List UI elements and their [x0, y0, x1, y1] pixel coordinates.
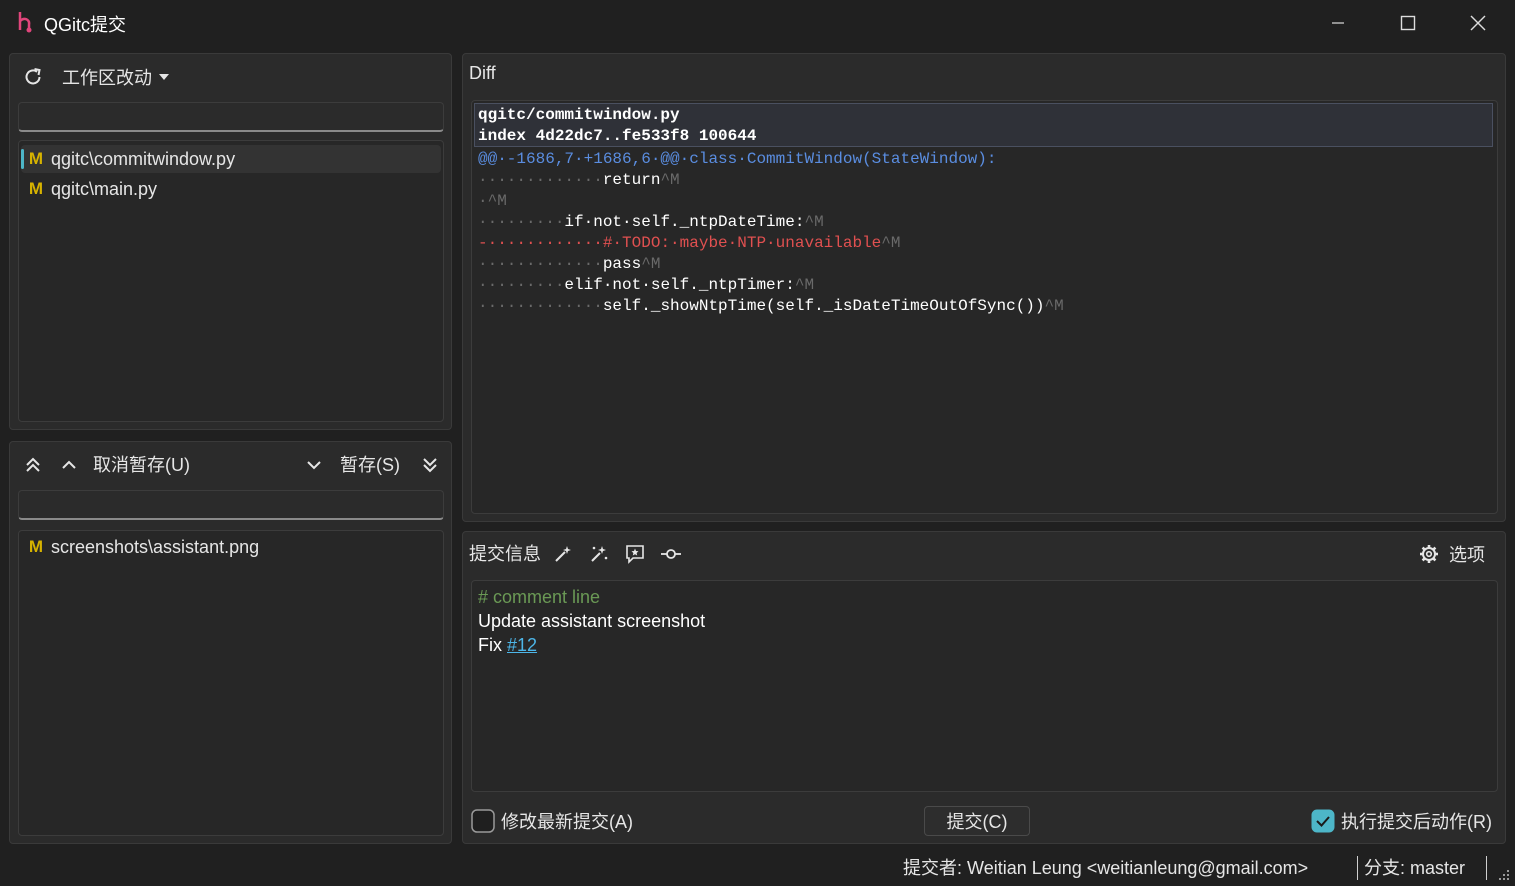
- checkbox-checked-icon: [1311, 809, 1335, 833]
- status-bar: 提交者: Weitian Leung <weitianleung@gmail.c…: [0, 850, 1515, 886]
- options-button[interactable]: 选项: [1419, 542, 1485, 566]
- carriage-return-marker: ^M: [804, 213, 824, 231]
- commit-button[interactable]: 提交(C): [924, 806, 1030, 836]
- staged-panel: 取消暂存(U) 暂存(S) M screenshots\assistant.pn…: [9, 441, 452, 844]
- options-label: 选项: [1449, 545, 1485, 565]
- chevron-up-icon[interactable]: [56, 452, 82, 478]
- message-line: Update assistant screenshot: [478, 611, 706, 631]
- commit-panel: 提交信息 选项 # comment line Update assistant …: [462, 531, 1506, 844]
- diff-context-line: ·············return^M: [478, 170, 680, 191]
- branch-value: master: [1410, 858, 1466, 878]
- whitespace-marker: ·········: [478, 213, 565, 231]
- selection-indicator: [21, 149, 24, 169]
- message-text: Fix: [478, 635, 507, 655]
- carriage-return-marker: ^M: [660, 171, 680, 189]
- commit-message-title: 提交信息: [469, 544, 541, 564]
- hunk-text: @@·-1686,7·+1686,6·@@·class·CommitWindow…: [478, 150, 997, 168]
- checkbox-unchecked-icon: [471, 809, 495, 833]
- workspace-panel: 工作区改动 M qgitc\commitwindow.py M qgitc\ma…: [9, 53, 452, 430]
- title-bar: QGitc提交: [0, 0, 1515, 46]
- whitespace-marker: ·: [478, 192, 488, 210]
- comment-line: # comment line: [478, 587, 601, 607]
- diff-context-line: ·········elif·not·self._ntpTimer:^M: [478, 275, 814, 296]
- whitespace-marker: ·············: [478, 171, 603, 189]
- caret-down-icon: [158, 73, 170, 81]
- modified-badge: M: [28, 537, 44, 556]
- whitespace-marker: -············: [478, 234, 603, 252]
- staged-filter-input[interactable]: [18, 490, 444, 520]
- diff-file-path: qgitc/commitwindow.py: [478, 106, 680, 124]
- diff-title: Diff: [469, 63, 496, 83]
- carriage-return-marker: ^M: [794, 276, 815, 294]
- window-title: QGitc提交: [44, 15, 127, 35]
- code-text: self._showNtpTime(self._isDateTimeOutOfS…: [602, 297, 1045, 315]
- workspace-dropdown[interactable]: 工作区改动: [62, 63, 170, 91]
- sparkle-wand-icon[interactable]: [587, 542, 611, 566]
- commit-message-editor[interactable]: # comment line Update assistant screensh…: [471, 580, 1498, 792]
- branch-info: 分支: master: [1364, 857, 1465, 879]
- issue-link[interactable]: #12: [507, 635, 537, 655]
- double-chevron-down-icon[interactable]: [417, 452, 443, 478]
- gear-icon: [1419, 544, 1439, 564]
- review-comment-icon[interactable]: [623, 542, 647, 566]
- code-text: elif·not·self._ntpTimer:: [564, 276, 795, 294]
- diff-viewer[interactable]: qgitc/commitwindow.py index 4d22dc7..fe5…: [471, 100, 1498, 514]
- diff-panel: Diff qgitc/commitwindow.py index 4d22dc7…: [462, 53, 1506, 522]
- unstaged-file-list: M qgitc\commitwindow.py M qgitc\main.py: [18, 140, 444, 422]
- modified-badge: M: [28, 179, 44, 198]
- amend-checkbox[interactable]: 修改最新提交(A): [471, 808, 633, 834]
- list-item[interactable]: M screenshots\assistant.png: [21, 533, 437, 561]
- committer-info: 提交者: Weitian Leung <weitianleung@gmail.c…: [903, 857, 1308, 879]
- diff-file-header: qgitc/commitwindow.py index 4d22dc7..fe5…: [474, 103, 1493, 147]
- double-chevron-up-icon[interactable]: [20, 452, 46, 478]
- minimize-button[interactable]: [1303, 0, 1373, 46]
- commit-node-icon[interactable]: [659, 542, 683, 566]
- diff-context-line: ·············pass^M: [478, 254, 660, 275]
- code-text: return: [602, 171, 661, 189]
- list-item[interactable]: M qgitc\main.py: [21, 175, 437, 203]
- magic-wand-icon[interactable]: [551, 542, 575, 566]
- stage-button[interactable]: 暂存(S): [340, 452, 400, 478]
- maximize-button[interactable]: [1373, 0, 1443, 46]
- unstaged-filter-input[interactable]: [18, 102, 444, 132]
- diff-context-line: ·········if·not·self._ntpDateTime:^M: [478, 212, 824, 233]
- committer-label: 提交者:: [903, 858, 963, 878]
- status-separator: [1486, 856, 1487, 880]
- diff-index-line: index 4d22dc7..fe533f8 100644: [478, 127, 757, 145]
- committer-value: Weitian Leung <weitianleung@gmail.com>: [967, 858, 1309, 878]
- diff-context-line: ·^M: [478, 191, 507, 212]
- diff-context-line: ·············self._showNtpTime(self._isD…: [478, 296, 1064, 317]
- carriage-return-marker: ^M: [487, 192, 507, 210]
- code-text: #·TODO:·maybe·NTP·unavailable: [602, 234, 882, 252]
- resize-grip-icon[interactable]: [1497, 868, 1511, 882]
- refresh-icon[interactable]: [20, 64, 46, 90]
- carriage-return-marker: ^M: [881, 234, 901, 252]
- whitespace-marker: ·············: [478, 255, 603, 273]
- close-button[interactable]: [1443, 0, 1513, 46]
- carriage-return-marker: ^M: [1044, 297, 1064, 315]
- list-item[interactable]: M qgitc\commitwindow.py: [21, 145, 441, 173]
- amend-label: 修改最新提交(A): [501, 812, 633, 832]
- post-commit-action-label: 执行提交后动作(R): [1341, 812, 1492, 832]
- file-name: screenshots\assistant.png: [51, 536, 260, 557]
- file-name: qgitc\commitwindow.py: [51, 148, 236, 169]
- qgitc-logo-icon: [14, 10, 36, 34]
- whitespace-marker: ·············: [478, 297, 603, 315]
- message-line: Fix #12: [478, 635, 537, 656]
- carriage-return-marker: ^M: [641, 255, 661, 273]
- post-commit-action-checkbox[interactable]: 执行提交后动作(R): [1311, 808, 1492, 834]
- branch-label: 分支:: [1364, 858, 1406, 878]
- diff-hunk-header: @@·-1686,7·+1686,6·@@·class·CommitWindow…: [478, 149, 996, 170]
- code-text: pass: [602, 255, 642, 273]
- workspace-dropdown-label: 工作区改动: [62, 68, 152, 88]
- code-text: if·not·self._ntpDateTime:: [564, 213, 805, 231]
- status-separator: [1357, 856, 1358, 880]
- whitespace-marker: ·········: [478, 276, 565, 294]
- modified-badge: M: [28, 149, 44, 168]
- file-name: qgitc\main.py: [51, 178, 158, 199]
- chevron-down-icon[interactable]: [301, 452, 327, 478]
- diff-deleted-line: -············#·TODO:·maybe·NTP·unavailab…: [478, 233, 900, 254]
- staged-file-list: M screenshots\assistant.png: [18, 530, 444, 836]
- unstage-button[interactable]: 取消暂存(U): [93, 452, 190, 478]
